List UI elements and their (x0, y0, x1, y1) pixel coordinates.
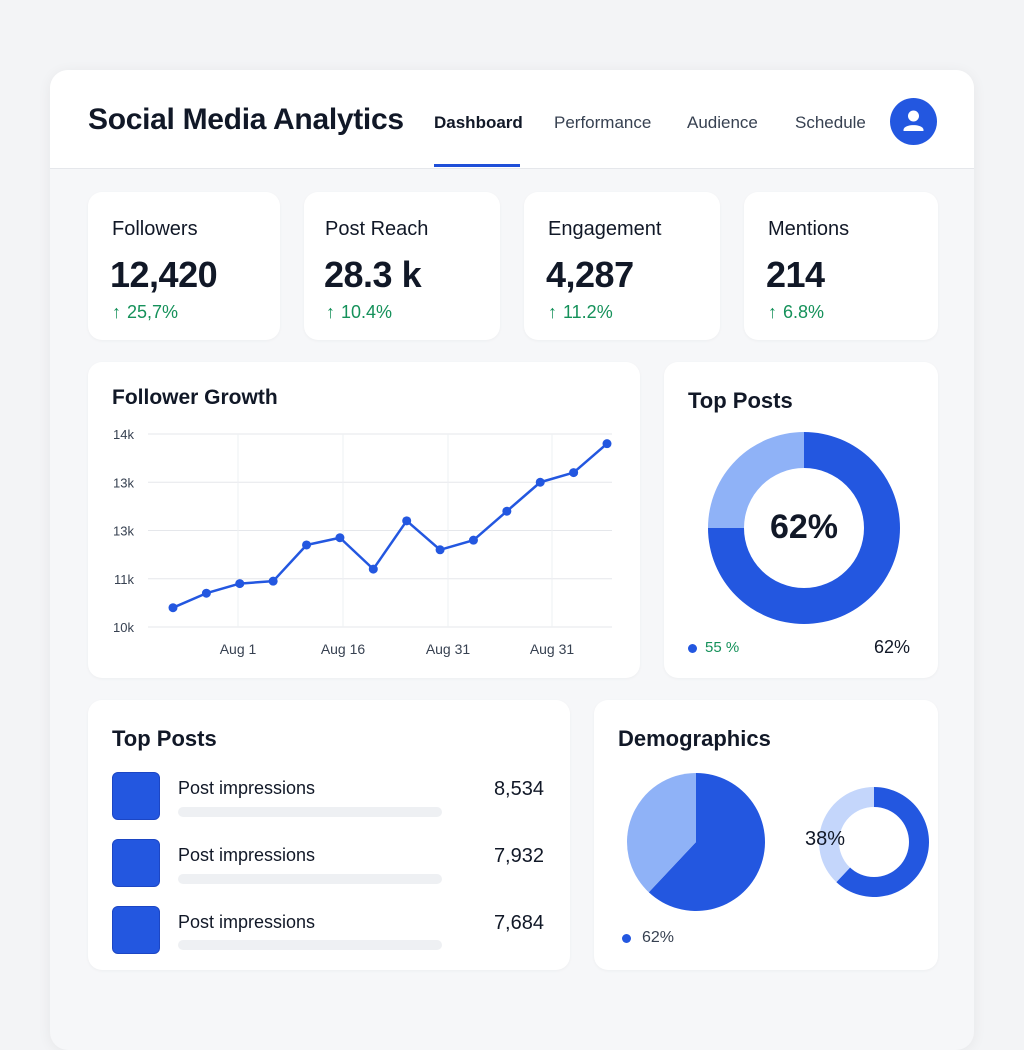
stat-card-post-reach[interactable]: Post Reach 28.3 k ↑ 10.4% (304, 192, 500, 340)
stat-card-followers[interactable]: Followers 12,420 ↑ 25,7% (88, 192, 280, 340)
stat-change: ↑ 10.4% (326, 302, 392, 323)
data-point (402, 516, 412, 526)
stat-value: 4,287 (546, 254, 634, 295)
y-tick-label: 13k (113, 475, 134, 490)
data-point (335, 533, 345, 543)
post-thumbnail[interactable] (112, 839, 160, 887)
legend-dot (622, 934, 631, 943)
post-thumbnail[interactable] (112, 906, 160, 954)
stat-card-engagement[interactable]: Engagement 4,287 ↑ 11.2% (524, 192, 720, 340)
stat-label: Followers (112, 218, 198, 240)
data-point (235, 579, 245, 589)
y-tick-label: 14k (113, 427, 134, 442)
data-point (602, 439, 612, 449)
data-point (302, 540, 312, 550)
tab-dashboard[interactable]: Dashboard (434, 113, 523, 133)
top-header: Social Media Analytics Dashboard Perform… (50, 70, 974, 169)
y-tick-label: 11k (114, 572, 134, 587)
post-value: 7,932 (493, 845, 544, 867)
stat-change-value: 11.2% (563, 302, 613, 322)
data-point (468, 535, 478, 545)
x-tick-label: Aug 31 (426, 641, 471, 657)
legend-dot (688, 644, 697, 653)
stat-change-value: 10.4% (341, 302, 393, 322)
ring-center-label: 38% (804, 828, 846, 850)
donut-center-label: 62% (769, 508, 839, 546)
user-icon (903, 110, 924, 131)
post-progress-bar (178, 940, 442, 950)
follower-growth-card: Follower Growth 14k 13k 13k 11k 10k Aug 1 Aug … (88, 362, 640, 678)
tab-schedule[interactable]: Schedule (795, 113, 866, 133)
data-point (435, 545, 445, 555)
dashboard-window: Social Media Analytics Dashboard Perform… (50, 70, 974, 1050)
active-tab-indicator (434, 164, 520, 167)
y-tick-label: 13k (113, 524, 134, 539)
y-tick-label: 10k (113, 620, 134, 635)
x-tick-label: Aug 1 (220, 641, 257, 657)
stat-value: 12,420 (110, 254, 218, 295)
top-posts-donut-card: Top Posts 62% 55 % 62% (664, 362, 938, 678)
x-tick-label: Aug 31 (530, 641, 575, 657)
data-point (168, 603, 178, 613)
arrow-up-icon: ↑ (326, 302, 335, 322)
card-title: Top Posts (112, 726, 217, 751)
data-point (502, 506, 512, 516)
follower-growth-line-chart: 14k 13k 13k 11k 10k Aug 1 Aug 16 Aug 31 Aug 31 (113, 427, 612, 657)
stat-change-value: 25,7% (127, 302, 179, 322)
post-value: 8,534 (493, 778, 544, 800)
x-tick-label: Aug 16 (321, 641, 366, 657)
stat-label: Engagement (548, 218, 662, 240)
data-point (368, 564, 378, 574)
data-point (535, 477, 545, 487)
stat-change: ↑ 25,7% (112, 302, 178, 323)
stat-card-mentions[interactable]: Mentions 214 ↑ 6.8% (744, 192, 938, 340)
stat-value: 28.3 k (324, 254, 422, 295)
legend-left-value: 55 % (705, 639, 740, 656)
post-label[interactable]: Post impressions (178, 778, 315, 799)
arrow-up-icon: ↑ (112, 302, 121, 322)
arrow-up-icon: ↑ (548, 302, 557, 322)
demographics-card: Demographics 38% 62% (594, 700, 938, 970)
post-progress-bar (178, 807, 442, 817)
post-label[interactable]: Post impressions (178, 845, 315, 866)
stat-change: ↑ 6.8% (768, 302, 824, 323)
stat-value: 214 (766, 254, 825, 295)
arrow-up-icon: ↑ (768, 302, 777, 322)
stat-change-value: 6.8% (783, 302, 825, 322)
tab-performance[interactable]: Performance (554, 113, 651, 133)
stat-label: Mentions (768, 218, 850, 240)
post-progress-bar (178, 874, 442, 884)
stat-label: Post Reach (325, 218, 429, 240)
legend-value: 62% (642, 929, 675, 946)
data-point (268, 576, 278, 586)
data-point (569, 468, 579, 478)
user-avatar-button[interactable] (890, 98, 937, 145)
post-value: 7,684 (493, 912, 544, 934)
legend-right-value: 62% (873, 637, 910, 657)
app-title: Social Media Analytics (88, 103, 404, 136)
stat-change: ↑ 11.2% (548, 302, 613, 323)
data-point (201, 588, 211, 598)
tab-audience[interactable]: Audience (687, 113, 758, 133)
post-thumbnail[interactable] (112, 772, 160, 820)
post-label[interactable]: Post impressions (178, 912, 315, 933)
top-posts-list-card: Top Posts Post impressions 8,534 Post im… (88, 700, 570, 970)
